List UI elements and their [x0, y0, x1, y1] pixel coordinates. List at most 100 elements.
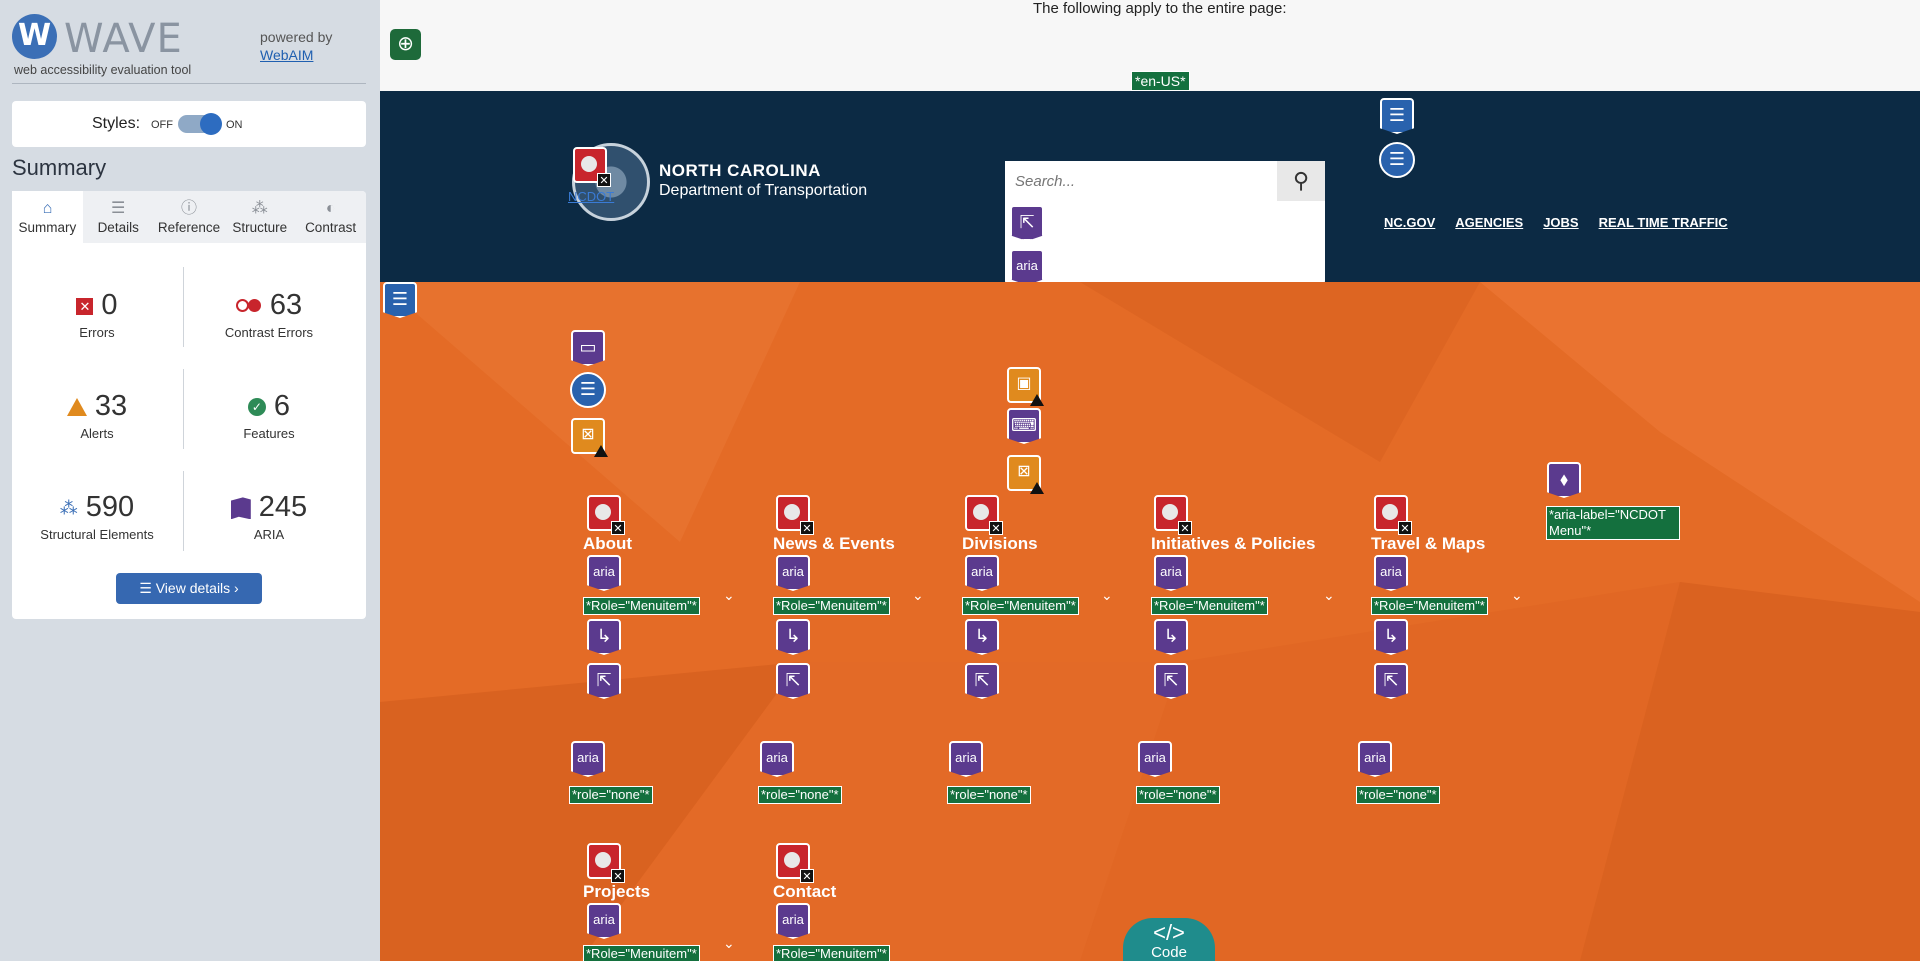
- error-icon[interactable]: ✕: [965, 495, 1003, 535]
- error-icon[interactable]: ✕: [1374, 495, 1412, 535]
- chevron-down-icon[interactable]: ⌄: [723, 935, 735, 952]
- site-header: NORTH CAROLINA Department of Transportat…: [380, 91, 1920, 285]
- chevron-down-icon[interactable]: ⌄: [1101, 587, 1113, 604]
- aria-tab-icon[interactable]: ⌨: [1007, 408, 1041, 444]
- errors-stat[interactable]: ✕ 0 Errors: [12, 287, 182, 340]
- label-tag-icon[interactable]: ⬧: [1547, 462, 1581, 498]
- tab-details[interactable]: ☰ Details: [83, 191, 154, 243]
- nav-link-ncgov[interactable]: NC.GOV: [1384, 215, 1435, 230]
- menu-item-initiatives[interactable]: Initiatives & Policies: [1151, 534, 1315, 554]
- tab-structure[interactable]: ⁂ Structure: [224, 191, 295, 243]
- page-level-strip: The following apply to the entire page: …: [380, 0, 1920, 91]
- wave-sidebar: W WAVE web accessibility evaluation tool…: [0, 0, 380, 961]
- wave-tabs: ⌂ Summary ☰ Details ⓘ Reference ⁂ Struct…: [12, 191, 366, 243]
- aria-icon[interactable]: aria: [760, 741, 794, 777]
- skip-link-icon[interactable]: ↳: [965, 619, 999, 655]
- aria-label: ARIA: [253, 527, 285, 542]
- unordered-list-icon[interactable]: ☰: [1380, 98, 1414, 134]
- list-icon[interactable]: ☰: [570, 372, 606, 408]
- error-icon[interactable]: ✕: [1154, 495, 1192, 535]
- menu-item-travel-maps[interactable]: Travel & Maps: [1371, 534, 1485, 554]
- tab-contrast[interactable]: ◐ Contrast: [295, 191, 366, 243]
- error-icon: ✕: [76, 297, 94, 315]
- contrast-icon: ◐: [325, 200, 336, 217]
- contrast-error-icon: [235, 299, 262, 313]
- error-icon[interactable]: ✕: [587, 843, 625, 883]
- aria-icon[interactable]: aria: [1010, 249, 1044, 285]
- error-icon[interactable]: ✕: [776, 843, 814, 883]
- tab-reference[interactable]: ⓘ Reference: [154, 191, 225, 243]
- menu-item-contact[interactable]: Contact: [773, 882, 836, 902]
- chevron-down-icon[interactable]: ⌄: [723, 587, 735, 604]
- link-arrow-icon[interactable]: ⇱: [1010, 205, 1044, 241]
- menu-icon[interactable]: ▭: [571, 330, 605, 366]
- view-details-button[interactable]: ☰ View details ›: [116, 573, 262, 604]
- skip-link-icon[interactable]: ↳: [1374, 619, 1408, 655]
- utility-nav: NC.GOV AGENCIES JOBS REAL TIME TRAFFIC: [1384, 215, 1728, 230]
- link-arrow-icon[interactable]: ⇱: [965, 663, 999, 699]
- role-none-tag: *role="none"*: [947, 786, 1031, 804]
- aria-stat[interactable]: 245 ARIA: [184, 489, 354, 542]
- skip-link-icon[interactable]: ↳: [1154, 619, 1188, 655]
- link-arrow-icon[interactable]: ⇱: [1374, 663, 1408, 699]
- brand-link[interactable]: NCDOT: [568, 189, 614, 204]
- aria-icon[interactable]: aria: [776, 555, 810, 591]
- list-icon: ☰: [139, 580, 156, 596]
- menu-item-about[interactable]: About: [583, 534, 632, 554]
- search-input[interactable]: [1005, 161, 1276, 201]
- chevron-down-icon[interactable]: ⌄: [1511, 587, 1523, 604]
- aria-icon[interactable]: aria: [1358, 741, 1392, 777]
- globe-icon[interactable]: ⊕: [390, 29, 421, 60]
- contrast-errors-stat[interactable]: 63 Contrast Errors: [184, 287, 354, 340]
- menu-item-divisions[interactable]: Divisions: [962, 534, 1038, 554]
- aria-icon[interactable]: aria: [965, 555, 999, 591]
- role-menuitem-tag: *Role="Menuitem"*: [962, 597, 1079, 615]
- summary-heading: Summary: [12, 155, 107, 180]
- tab-label: Summary: [18, 220, 77, 235]
- link-arrow-icon[interactable]: ⇱: [776, 663, 810, 699]
- chevron-down-icon[interactable]: ⌄: [1323, 587, 1335, 604]
- structure-icon: ⁂: [59, 498, 78, 519]
- error-icon[interactable]: ✕: [587, 495, 625, 535]
- skip-link-icon[interactable]: ↳: [587, 619, 621, 655]
- aria-icon[interactable]: aria: [776, 903, 810, 939]
- tab-summary[interactable]: ⌂ Summary: [12, 191, 83, 243]
- link-arrow-icon[interactable]: ⇱: [587, 663, 621, 699]
- redundant-link-alert-icon[interactable]: ⊠: [1007, 455, 1044, 494]
- aria-icon[interactable]: aria: [587, 555, 621, 591]
- features-label: Features: [243, 426, 295, 441]
- aria-icon[interactable]: aria: [571, 741, 605, 777]
- styles-toggle[interactable]: [178, 113, 222, 135]
- role-none-tag: *role="none"*: [758, 786, 842, 804]
- error-icon[interactable]: ✕: [573, 147, 611, 187]
- menu-item-projects[interactable]: Projects: [583, 882, 650, 902]
- webaim-link[interactable]: WebAIM: [260, 46, 332, 64]
- aria-icon[interactable]: aria: [949, 741, 983, 777]
- structural-stat[interactable]: ⁂ 590 Structural Elements: [12, 489, 182, 542]
- image-alert-icon[interactable]: ▣: [1007, 367, 1044, 406]
- aria-icon[interactable]: aria: [1374, 555, 1408, 591]
- aria-icon[interactable]: aria: [1154, 555, 1188, 591]
- wave-logo-icon: W: [12, 14, 57, 59]
- tab-label: Contrast: [305, 220, 357, 235]
- view-details-label: View details ›: [155, 580, 239, 596]
- brand-subtitle: Department of Transportation: [659, 182, 868, 199]
- menu-item-news-events[interactable]: News & Events: [773, 534, 895, 554]
- chevron-down-icon[interactable]: ⌄: [912, 587, 924, 604]
- skip-link-icon[interactable]: ↳: [776, 619, 810, 655]
- error-icon[interactable]: ✕: [776, 495, 814, 535]
- aria-icon[interactable]: aria: [587, 903, 621, 939]
- link-arrow-icon[interactable]: ⇱: [1154, 663, 1188, 699]
- alerts-stat[interactable]: 33 Alerts: [12, 388, 182, 441]
- nav-link-jobs[interactable]: JOBS: [1543, 215, 1578, 230]
- navigation-icon[interactable]: ☰: [383, 282, 417, 318]
- code-toggle-button[interactable]: </> Code: [1123, 918, 1215, 961]
- search-icon[interactable]: ⚲: [1277, 161, 1325, 201]
- features-stat[interactable]: ✓ 6 Features: [184, 388, 354, 441]
- redundant-link-alert-icon[interactable]: ⊠: [571, 418, 608, 457]
- nav-link-agencies[interactable]: AGENCIES: [1455, 215, 1523, 230]
- search-form: ⚲ ⇱ aria: [1005, 161, 1325, 285]
- nav-link-traffic[interactable]: REAL TIME TRAFFIC: [1599, 215, 1728, 230]
- aria-icon[interactable]: aria: [1138, 741, 1172, 777]
- list-icon[interactable]: ☰: [1379, 142, 1415, 178]
